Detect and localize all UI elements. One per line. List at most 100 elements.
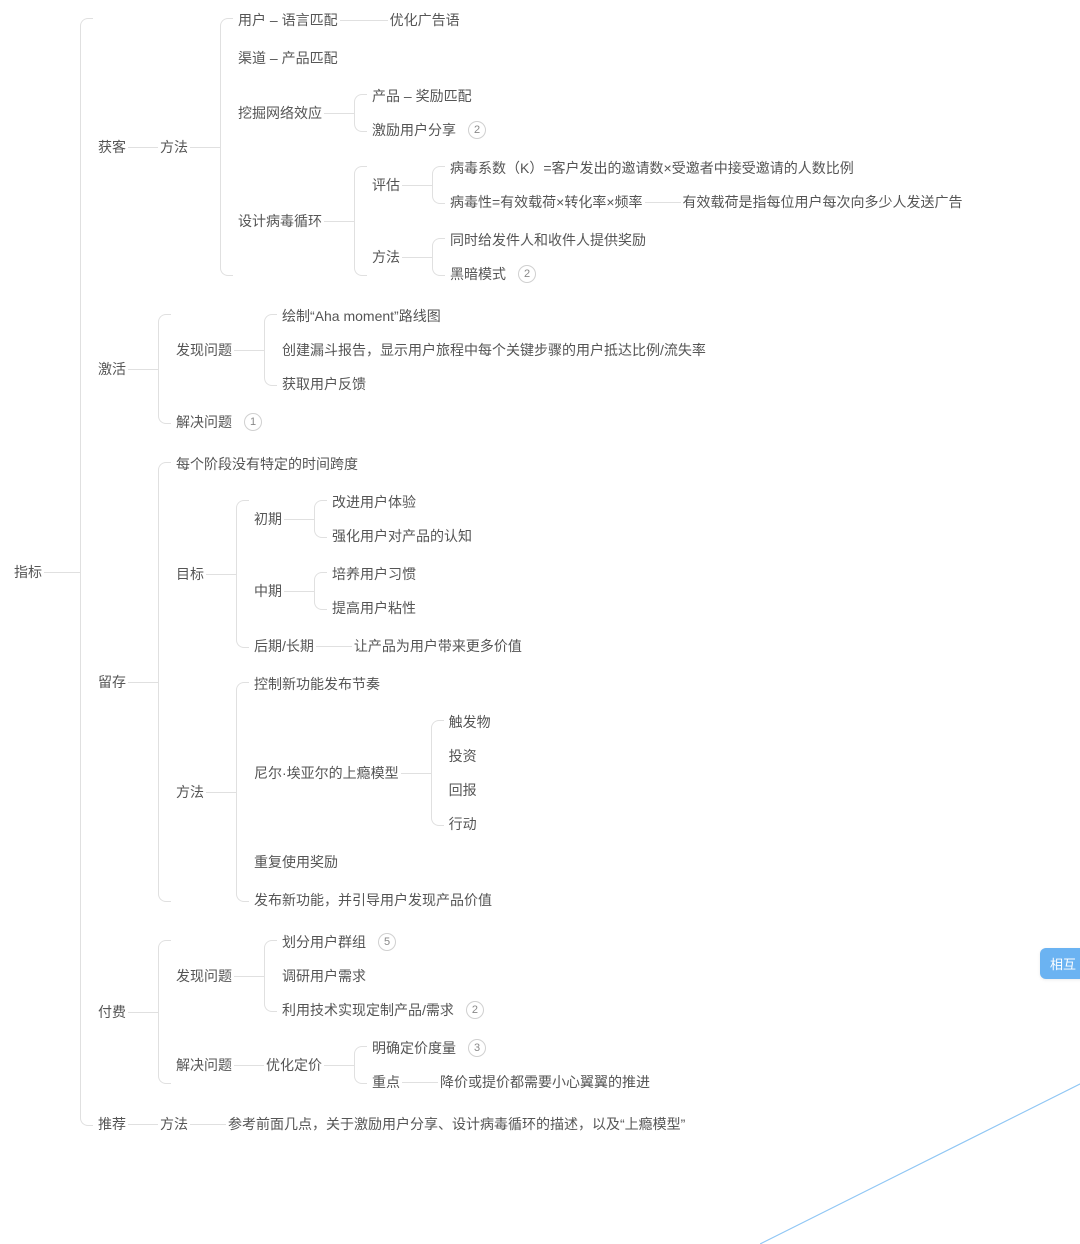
leaf-row[interactable]: 投资 bbox=[447, 742, 493, 770]
node-label: 培养用户习惯 bbox=[330, 560, 418, 588]
children: 评估 病毒系数（K）=客户发出的邀请数×受邀者中接受邀请的人数比例 病毒性=有效… bbox=[354, 154, 965, 288]
floating-tag[interactable]: 相互 bbox=[1040, 948, 1080, 979]
branch-retention[interactable]: 留存 每个阶段没有特定的时间跨度 目标 初期 改进用户体验 强化用户对产品的认知 bbox=[96, 450, 965, 914]
root-children: 获客 方法 用户 – 语言匹配 优化广告语 渠道 – 产品匹配 bbox=[80, 6, 965, 1138]
connector bbox=[324, 221, 354, 222]
node-label: 目标 bbox=[174, 560, 206, 588]
node-goals[interactable]: 目标 初期 改进用户体验 强化用户对产品的认知 中期 bbox=[174, 488, 524, 660]
node-label: 明确定价度量 bbox=[370, 1034, 458, 1062]
leaf-row[interactable]: 回报 bbox=[447, 776, 493, 804]
node-eval[interactable]: 评估 病毒系数（K）=客户发出的邀请数×受邀者中接受邀请的人数比例 病毒性=有效… bbox=[370, 154, 965, 216]
branch-label: 获客 bbox=[96, 133, 128, 161]
node-label: 方法 bbox=[370, 243, 402, 271]
leaf-row[interactable]: 创建漏斗报告，显示用户旅程中每个关键步骤的用户抵达比例/流失率 bbox=[280, 336, 708, 364]
node-label: 触发物 bbox=[447, 708, 493, 736]
leaf-row[interactable]: 发布新功能，并引导用户发现产品价值 bbox=[252, 886, 494, 914]
node-method[interactable]: 方法 参考前面几点，关于激励用户分享、设计病毒循环的描述，以及“上瘾模型” bbox=[158, 1110, 687, 1138]
children: 同时给发件人和收件人提供奖励 黑暗模式 2 bbox=[432, 226, 648, 288]
leaf-row[interactable]: 用户 – 语言匹配 优化广告语 bbox=[236, 6, 965, 34]
leaf-row[interactable]: 渠道 – 产品匹配 bbox=[236, 44, 965, 72]
single-child: 优化定价 明确定价度量 3 重点 降价或提价都需要小心翼 bbox=[264, 1034, 652, 1096]
single-child: 方法 参考前面几点，关于激励用户分享、设计病毒循环的描述，以及“上瘾模型” bbox=[158, 1110, 687, 1138]
branch-referral[interactable]: 推荐 方法 参考前面几点，关于激励用户分享、设计病毒循环的描述，以及“上瘾模型” bbox=[96, 1110, 965, 1138]
connector bbox=[234, 350, 264, 351]
node-optimize-pricing[interactable]: 优化定价 明确定价度量 3 重点 降价或提价都需要小心翼 bbox=[264, 1034, 652, 1096]
count-badge: 2 bbox=[466, 1001, 484, 1019]
branch-acquisition[interactable]: 获客 方法 用户 – 语言匹配 优化广告语 渠道 – 产品匹配 bbox=[96, 6, 965, 288]
leaf-row[interactable]: 培养用户习惯 bbox=[330, 560, 418, 588]
children: 划分用户群组 5 调研用户需求 利用技术实现定制产品/需求 2 bbox=[264, 928, 484, 1024]
leaf-row[interactable]: 行动 bbox=[447, 810, 493, 838]
connector bbox=[44, 572, 80, 573]
node-label: 方法 bbox=[174, 778, 206, 806]
node-label: 评估 bbox=[370, 171, 402, 199]
leaf-row[interactable]: 重复使用奖励 bbox=[252, 848, 494, 876]
node-label: 优化定价 bbox=[264, 1051, 324, 1079]
children: 产品 – 奖励匹配 激励用户分享 2 bbox=[354, 82, 486, 144]
single-child: 方法 用户 – 语言匹配 优化广告语 渠道 – 产品匹配 挖掘网络效应 bbox=[158, 6, 965, 288]
leaf-row[interactable]: 产品 – 奖励匹配 bbox=[370, 82, 486, 110]
connector bbox=[128, 147, 158, 148]
node-solve-problem[interactable]: 解决问题 1 bbox=[174, 408, 708, 436]
leaf-row[interactable]: 获取用户反馈 bbox=[280, 370, 708, 398]
connector bbox=[401, 773, 431, 774]
node-label: 获取用户反馈 bbox=[280, 370, 368, 398]
node-viral-loop[interactable]: 设计病毒循环 评估 病毒系数（K）=客户发出的邀请数×受邀者中接受邀请的人数比例 bbox=[236, 154, 965, 288]
children: 初期 改进用户体验 强化用户对产品的认知 中期 培养用户习惯 bbox=[236, 488, 524, 660]
leaf-row[interactable]: 触发物 bbox=[447, 708, 493, 736]
node-network-effect[interactable]: 挖掘网络效应 产品 – 奖励匹配 激励用户分享 2 bbox=[236, 82, 965, 144]
node-hook-model[interactable]: 尼尔·埃亚尔的上瘾模型 触发物 投资 回报 行动 bbox=[252, 708, 494, 838]
branch-activation[interactable]: 激活 发现问题 绘制“Aha moment”路线图 创建漏斗报告，显示用户旅程中… bbox=[96, 302, 965, 436]
connector bbox=[324, 1065, 354, 1066]
node-label: 解决问题 bbox=[174, 408, 234, 436]
leaf-row[interactable]: 每个阶段没有特定的时间跨度 bbox=[174, 450, 524, 478]
leaf-row[interactable]: 利用技术实现定制产品/需求 2 bbox=[280, 996, 484, 1024]
node-early[interactable]: 初期 改进用户体验 强化用户对产品的认知 bbox=[252, 488, 524, 550]
leaf-row[interactable]: 提高用户粘性 bbox=[330, 594, 418, 622]
branch-revenue[interactable]: 付费 发现问题 划分用户群组 5 调研用户需求 bbox=[96, 928, 965, 1096]
node-label: 方法 bbox=[158, 1110, 190, 1138]
node-late[interactable]: 后期/长期 让产品为用户带来更多价值 bbox=[252, 632, 524, 660]
method-node[interactable]: 方法 用户 – 语言匹配 优化广告语 渠道 – 产品匹配 挖掘网络效应 bbox=[158, 6, 965, 288]
node-label: 渠道 – 产品匹配 bbox=[236, 44, 340, 72]
leaf-row[interactable]: 同时给发件人和收件人提供奖励 bbox=[448, 226, 648, 254]
node-method-inner[interactable]: 方法 同时给发件人和收件人提供奖励 黑暗模式 2 bbox=[370, 226, 965, 288]
node-find-problem[interactable]: 发现问题 划分用户群组 5 调研用户需求 利用技术实现定制产品/需求 2 bbox=[174, 928, 652, 1024]
leaf-row[interactable]: 激励用户分享 2 bbox=[370, 116, 486, 144]
node-label: 病毒性=有效载荷×转化率×频率 bbox=[448, 188, 645, 216]
node-label: 同时给发件人和收件人提供奖励 bbox=[448, 226, 648, 254]
leaf-row[interactable]: 划分用户群组 5 bbox=[280, 928, 484, 956]
leaf-row[interactable]: 病毒性=有效载荷×转化率×频率 有效载荷是指每位用户每次向多少人发送广告 bbox=[448, 188, 965, 216]
leaf-row[interactable]: 调研用户需求 bbox=[280, 962, 484, 990]
children: 病毒系数（K）=客户发出的邀请数×受邀者中接受邀请的人数比例 病毒性=有效载荷×… bbox=[432, 154, 965, 216]
leaf-row[interactable]: 明确定价度量 3 bbox=[370, 1034, 652, 1062]
node-label: 尼尔·埃亚尔的上瘾模型 bbox=[252, 759, 401, 787]
leaf-row[interactable]: 强化用户对产品的认知 bbox=[330, 522, 474, 550]
connector bbox=[128, 1124, 158, 1125]
leaf-row[interactable]: 绘制“Aha moment”路线图 bbox=[280, 302, 708, 330]
methods-children: 用户 – 语言匹配 优化广告语 渠道 – 产品匹配 挖掘网络效应 bbox=[220, 6, 965, 288]
node-label: 投资 bbox=[447, 742, 479, 770]
branch-label: 留存 bbox=[96, 668, 128, 696]
node-retention-methods[interactable]: 方法 控制新功能发布节奏 尼尔·埃亚尔的上瘾模型 触发物 投资 回报 行动 bbox=[174, 670, 524, 914]
node-find-problem[interactable]: 发现问题 绘制“Aha moment”路线图 创建漏斗报告，显示用户旅程中每个关… bbox=[174, 302, 708, 398]
leaf-row[interactable]: 病毒系数（K）=客户发出的邀请数×受邀者中接受邀请的人数比例 bbox=[448, 154, 965, 182]
root-node[interactable]: 指标 获客 方法 用户 – 语言匹配 优化广告语 bbox=[12, 6, 1080, 1138]
count-badge: 2 bbox=[518, 265, 536, 283]
node-label: 优化广告语 bbox=[388, 6, 462, 34]
node-label: 解决问题 bbox=[174, 1051, 234, 1079]
connector bbox=[206, 792, 236, 793]
node-mid[interactable]: 中期 培养用户习惯 提高用户粘性 bbox=[252, 560, 524, 622]
leaf-row[interactable]: 改进用户体验 bbox=[330, 488, 474, 516]
branch-label: 推荐 bbox=[96, 1110, 128, 1138]
leaf-row[interactable]: 黑暗模式 2 bbox=[448, 260, 648, 288]
connector bbox=[128, 682, 158, 683]
node-focus[interactable]: 重点 降价或提价都需要小心翼翼的推进 bbox=[370, 1068, 652, 1096]
node-label: 黑暗模式 bbox=[448, 260, 508, 288]
node-label: 利用技术实现定制产品/需求 bbox=[280, 996, 456, 1024]
node-label: 病毒系数（K）=客户发出的邀请数×受邀者中接受邀请的人数比例 bbox=[448, 154, 856, 182]
node-solve-problem[interactable]: 解决问题 优化定价 明确定价度量 3 bbox=[174, 1034, 652, 1096]
count-badge: 5 bbox=[378, 933, 396, 951]
children: 绘制“Aha moment”路线图 创建漏斗报告，显示用户旅程中每个关键步骤的用… bbox=[264, 302, 708, 398]
leaf-row[interactable]: 控制新功能发布节奏 bbox=[252, 670, 494, 698]
